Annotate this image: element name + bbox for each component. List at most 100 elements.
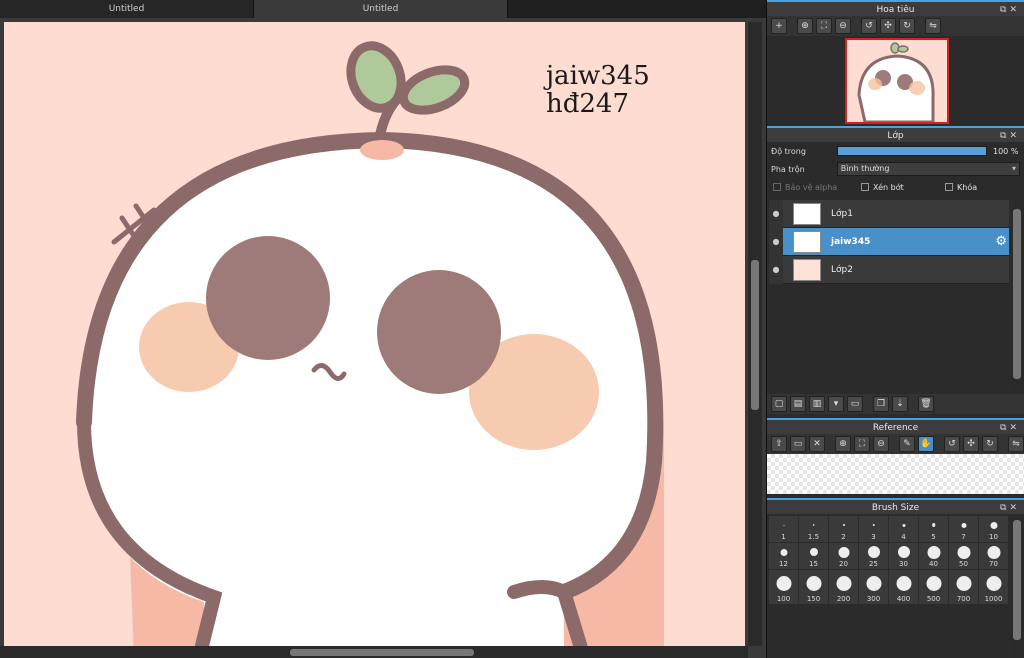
scroll-thumb[interactable] [1013,209,1021,379]
add-layer-dropdown-icon[interactable]: ▾ [828,396,844,412]
brush-preview-dot [812,524,815,526]
fit-screen-icon[interactable]: ⛶ [854,436,870,452]
new-layer-icon[interactable]: ▢ [771,396,787,412]
visibility-icon[interactable]: ● [769,255,783,284]
open-folder-icon[interactable]: ▭ [790,436,806,452]
layer-list-scrollbar[interactable] [1011,205,1023,393]
brush-size-option[interactable]: 7 [949,516,978,542]
brush-size-label: 4 [901,533,906,541]
zoom-in-icon[interactable]: ⊕ [835,436,851,452]
eyedropper-icon[interactable]: ✎ [899,436,915,452]
lock-checkbox[interactable]: Khóa [945,183,977,192]
clipping-checkbox[interactable]: Xén bớt [861,183,945,192]
layer-row[interactable]: ● Lớp1 [769,199,1009,228]
canvas-horizontal-scrollbar[interactable] [0,646,748,658]
brush-size-option[interactable]: 15 [799,543,828,569]
rotate-left-icon[interactable]: ↺ [861,18,877,34]
tab-untitled-1[interactable]: Untitled [0,0,254,18]
brush-size-option[interactable]: 10 [979,516,1008,542]
canvas-vertical-scrollbar[interactable] [748,22,762,646]
brush-preview-dot [926,575,941,591]
rotate-right-icon[interactable]: ↻ [899,18,915,34]
brush-size-option[interactable]: 1.5 [799,516,828,542]
brush-size-option[interactable]: 500 [919,570,948,604]
gear-icon[interactable]: ⚙ [995,234,1007,249]
brush-size-option[interactable]: 150 [799,570,828,604]
zoom-in-icon[interactable]: + [771,18,787,34]
close-icon[interactable]: ✕ [1009,423,1020,433]
brush-size-option[interactable]: 300 [859,570,888,604]
brush-size-option[interactable]: 200 [829,570,858,604]
visibility-icon[interactable]: ● [769,227,783,256]
scroll-thumb[interactable] [290,649,474,656]
protect-alpha-checkbox[interactable]: Bảo vệ alpha [773,183,861,192]
brush-size-option[interactable]: 100 [769,570,798,604]
folder-icon[interactable]: ▭ [847,396,863,412]
brush-size-label: 25 [869,560,878,568]
flip-icon[interactable]: ⇋ [1008,436,1024,452]
brush-size-label: 1.5 [807,533,820,541]
brush-size-label: 70 [989,560,998,568]
brush-size-option[interactable]: 25 [859,543,888,569]
rotate-right-icon[interactable]: ↻ [982,436,998,452]
navigator-thumbnail[interactable] [845,38,949,124]
reset-rotate-icon[interactable]: ✣ [880,18,896,34]
brush-size-label: 3 [871,533,876,541]
scroll-thumb[interactable] [751,260,759,410]
drawing-canvas[interactable] [4,22,745,658]
tab-untitled-2[interactable]: Untitled [254,0,508,18]
reference-panel: Reference ⧉✕ ⇧ ▭ ✕ ⊕ ⛶ ⊖ ✎ ✋ ↺ ✣ ↻ ⇋ [767,418,1024,494]
layer-thumbnail [793,258,821,281]
canvas-area[interactable]: jaiw345 hđ247 [0,18,766,658]
flip-icon[interactable]: ⇋ [925,18,941,34]
opacity-slider[interactable] [837,146,987,156]
layer-list: ● Lớp1 ● jaiw345 ⚙ ● Lớp2 [769,199,1009,284]
brush-size-option[interactable]: 4 [889,516,918,542]
fit-screen-icon[interactable]: ⛶ [816,18,832,34]
zoom-in-icon[interactable]: ⊕ [797,18,813,34]
merge-down-icon[interactable]: ⇣ [892,396,908,412]
close-icon[interactable]: ✕ [1009,131,1020,141]
layer-row-selected[interactable]: ● jaiw345 ⚙ [769,227,1009,256]
brush-size-option[interactable]: 2 [829,516,858,542]
close-icon[interactable]: ✕ [1009,5,1020,15]
brush-size-option[interactable]: 3 [859,516,888,542]
brush-size-option[interactable]: 700 [949,570,978,604]
layer-toolbar: ▢ ▤ ▥ ▾ ▭ ❐ ⇣ 🗑 [767,394,1024,414]
navigator-view[interactable] [767,36,1024,126]
blend-mode-select[interactable]: Bình thường [836,162,1020,176]
brush-size-label: 50 [959,560,968,568]
layer-row[interactable]: ● Lớp2 [769,255,1009,284]
visibility-icon[interactable]: ● [769,199,783,228]
zoom-out-icon[interactable]: ⊖ [835,18,851,34]
close-reference-icon[interactable]: ✕ [809,436,825,452]
reset-rotate-icon[interactable]: ✣ [963,436,979,452]
brush-size-option[interactable]: 400 [889,570,918,604]
brush-size-option[interactable]: 1 [769,516,798,542]
scroll-thumb[interactable] [1013,520,1021,640]
new-halftone-layer-icon[interactable]: ▥ [809,396,825,412]
brush-size-option[interactable]: 5 [919,516,948,542]
brush-size-label: 100 [776,595,791,603]
brush-size-option[interactable]: 50 [949,543,978,569]
duplicate-layer-icon[interactable]: ❐ [873,396,889,412]
brush-size-option[interactable]: 12 [769,543,798,569]
new-raster-layer-icon[interactable]: ▤ [790,396,806,412]
hand-icon[interactable]: ✋ [918,436,934,452]
brush-size-option[interactable]: 70 [979,543,1008,569]
reference-toolbar: ⇧ ▭ ✕ ⊕ ⛶ ⊖ ✎ ✋ ↺ ✣ ↻ ⇋ [767,434,1024,454]
brush-size-option[interactable]: 40 [919,543,948,569]
close-icon[interactable]: ✕ [1009,503,1020,513]
zoom-out-icon[interactable]: ⊖ [873,436,889,452]
blend-label: Pha trộn [771,164,805,174]
brush-size-option[interactable]: 30 [889,543,918,569]
brush-preview-dot [780,548,787,556]
reference-view[interactable] [767,454,1024,494]
upload-icon[interactable]: ⇧ [771,436,787,452]
delete-layer-icon[interactable]: 🗑 [918,396,934,412]
brush-size-option[interactable]: 1000 [979,570,1008,604]
rotate-left-icon[interactable]: ↺ [944,436,960,452]
canvas-text-line1: jaiw345 [546,61,650,91]
brush-size-scrollbar[interactable] [1011,516,1023,658]
brush-size-option[interactable]: 20 [829,543,858,569]
